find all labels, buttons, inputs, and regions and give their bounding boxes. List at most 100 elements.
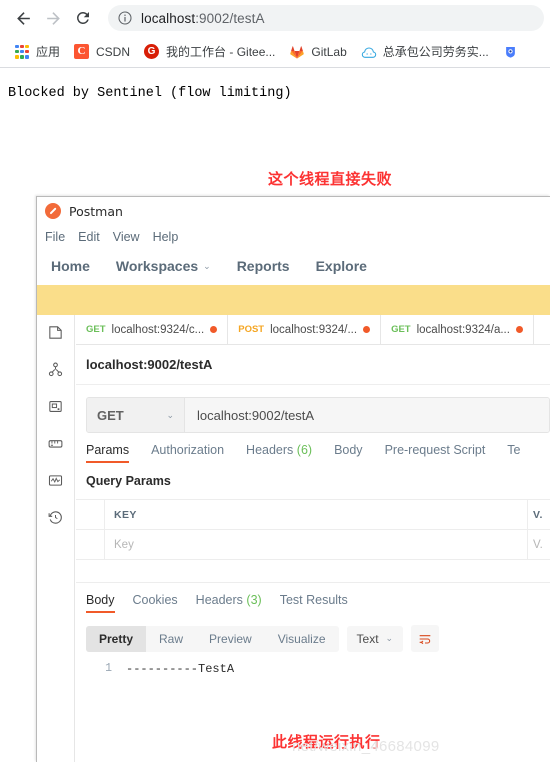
tab-headers[interactable]: Headers (6) xyxy=(246,443,312,463)
response-tab-cookies[interactable]: Cookies xyxy=(133,593,178,613)
postman-window: Postman File Edit View Help Home Workspa… xyxy=(36,196,550,762)
response-tab-test-results[interactable]: Test Results xyxy=(280,593,348,613)
wrap-lines-button[interactable] xyxy=(411,625,439,652)
gitee-glyph: G xyxy=(144,44,159,59)
bookmark-apps[interactable]: 应用 xyxy=(8,40,66,64)
response-tab-headers-label: Headers xyxy=(196,593,243,607)
response-tab-headers[interactable]: Headers (3) xyxy=(196,593,262,613)
request-url-input[interactable]: localhost:9002/testA xyxy=(185,398,549,432)
request-tab-method: GET xyxy=(86,324,106,335)
postman-notification-banner xyxy=(37,285,550,315)
forward-button[interactable] xyxy=(38,3,68,33)
postman-navbar: Home Workspaces ⌄ Reports Explore xyxy=(37,249,550,283)
response-tab-body[interactable]: Body xyxy=(86,593,115,613)
view-mode-preview[interactable]: Preview xyxy=(196,626,265,652)
tab-tests[interactable]: Te xyxy=(507,443,520,463)
tab-pre-request-script-label: Pre-request Script xyxy=(385,443,486,457)
line-number: 1 xyxy=(86,662,112,676)
response-tab-cookies-label: Cookies xyxy=(133,593,178,607)
monitors-icon[interactable] xyxy=(47,471,65,489)
bookmark-shield[interactable] xyxy=(497,40,525,64)
bookmark-label: 总承包公司劳务实... xyxy=(383,43,489,60)
view-mode-visualize[interactable]: Visualize xyxy=(265,626,339,652)
bookmarks-bar: 应用 C CSDN G 我的工作台 - Gitee... xyxy=(0,36,550,68)
info-circle-icon[interactable] xyxy=(117,10,133,26)
bookmark-label: GitLab xyxy=(311,45,346,59)
tab-tests-label: Te xyxy=(507,443,520,457)
menu-file[interactable]: File xyxy=(45,230,65,244)
tab-params[interactable]: Params xyxy=(86,443,129,463)
row-checkbox[interactable] xyxy=(76,530,105,559)
param-key-input[interactable]: Key xyxy=(105,530,528,559)
nav-workspaces[interactable]: Workspaces ⌄ xyxy=(116,258,211,274)
nav-explore[interactable]: Explore xyxy=(316,258,367,274)
request-tab-method: GET xyxy=(391,324,411,335)
menu-edit[interactable]: Edit xyxy=(78,230,100,244)
tab-body-label: Body xyxy=(334,443,363,457)
params-table: KEY V. Key V. xyxy=(76,499,550,560)
request-tab[interactable]: GET localhost:9324/a... xyxy=(381,315,534,344)
nav-reports[interactable]: Reports xyxy=(237,258,290,274)
response-section: Body Cookies Headers (3) Test Results xyxy=(76,582,550,676)
tab-authorization[interactable]: Authorization xyxy=(151,443,224,463)
watermark-text: net/weixin_46684099 xyxy=(292,738,439,755)
method-value: GET xyxy=(97,408,124,423)
param-value-input[interactable]: V. xyxy=(528,530,550,559)
gitee-icon: G xyxy=(144,44,160,60)
back-button[interactable] xyxy=(8,3,38,33)
environments-icon[interactable] xyxy=(47,397,65,415)
request-tab[interactable]: GET localhost:9324/c... xyxy=(76,315,228,344)
table-row[interactable]: Key V. xyxy=(76,530,550,560)
column-header-key: KEY xyxy=(105,500,528,529)
bookmark-label: 应用 xyxy=(36,43,60,60)
tab-headers-count: (6) xyxy=(297,443,312,457)
history-icon[interactable] xyxy=(47,508,65,526)
view-mode-group: Pretty Raw Preview Visualize xyxy=(86,626,339,652)
nav-home[interactable]: Home xyxy=(51,258,90,274)
chevron-down-icon: ⌄ xyxy=(386,633,394,644)
unsaved-dot-icon xyxy=(363,326,370,333)
tab-body[interactable]: Body xyxy=(334,443,363,463)
apis-icon[interactable] xyxy=(47,360,65,378)
menu-view[interactable]: View xyxy=(113,230,140,244)
unsaved-dot-icon xyxy=(516,326,523,333)
query-params-label: Query Params xyxy=(86,474,550,488)
bookmark-csdn[interactable]: C CSDN xyxy=(68,40,136,64)
bookmark-label: CSDN xyxy=(96,45,130,59)
cloud-icon xyxy=(361,44,377,60)
postman-main-panel: GET localhost:9324/c... POST localhost:9… xyxy=(76,315,550,762)
gitlab-icon xyxy=(289,44,305,60)
mock-servers-icon[interactable] xyxy=(47,434,65,452)
nav-explore-label: Explore xyxy=(316,258,367,274)
method-select[interactable]: GET ⌄ xyxy=(87,398,185,432)
bookmark-gitee[interactable]: G 我的工作台 - Gitee... xyxy=(138,40,281,64)
menu-help[interactable]: Help xyxy=(153,230,179,244)
response-tab-body-label: Body xyxy=(86,593,115,607)
collections-icon[interactable] xyxy=(47,323,65,341)
url-path: :9002/testA xyxy=(195,11,264,26)
response-body-code: 1 ----------TestA xyxy=(76,662,550,676)
chevron-down-icon: ⌄ xyxy=(203,261,211,272)
view-mode-pretty[interactable]: Pretty xyxy=(86,626,146,652)
response-body-line: ----------TestA xyxy=(126,662,234,676)
address-bar[interactable]: localhost:9002/testA xyxy=(108,5,544,31)
view-mode-raw[interactable]: Raw xyxy=(146,626,196,652)
tab-params-label: Params xyxy=(86,443,129,457)
bookmark-cloud[interactable]: 总承包公司劳务实... xyxy=(355,40,495,64)
tab-headers-label: Headers xyxy=(246,443,293,457)
arrow-left-icon xyxy=(14,9,33,28)
arrow-right-icon xyxy=(44,9,63,28)
format-select[interactable]: Text ⌄ xyxy=(347,626,404,652)
postman-logo-icon xyxy=(45,203,61,219)
reload-button[interactable] xyxy=(68,3,98,33)
postman-menubar: File Edit View Help xyxy=(37,225,550,249)
request-tabs: GET localhost:9324/c... POST localhost:9… xyxy=(76,315,550,345)
reload-icon xyxy=(74,9,92,27)
blue-shield-icon xyxy=(503,44,519,60)
request-tab[interactable]: POST localhost:9324/... xyxy=(228,315,381,344)
request-tab-method: POST xyxy=(238,324,264,335)
bookmark-gitlab[interactable]: GitLab xyxy=(283,40,352,64)
postman-body: GET localhost:9324/c... POST localhost:9… xyxy=(37,315,550,762)
tab-pre-request-script[interactable]: Pre-request Script xyxy=(385,443,486,463)
tab-authorization-label: Authorization xyxy=(151,443,224,457)
